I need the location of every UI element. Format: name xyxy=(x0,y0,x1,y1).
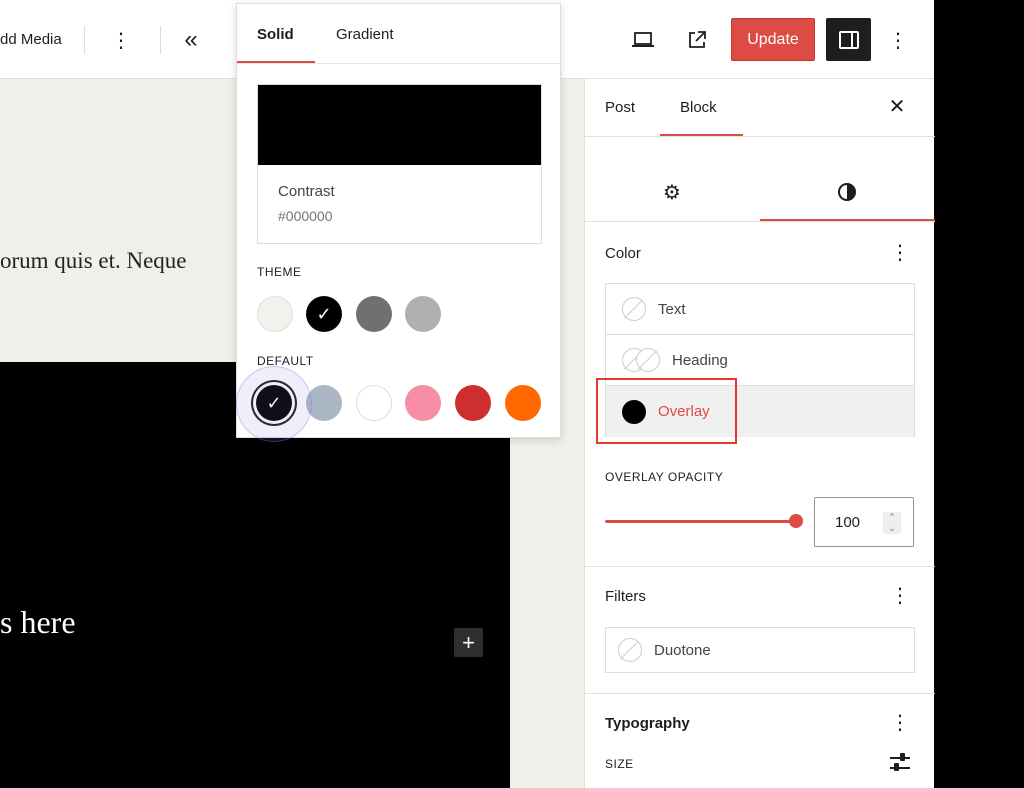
color-panel-options-icon[interactable]: ⋮ xyxy=(890,243,910,263)
overlay-opacity-input[interactable]: 100 ⌃ ⌄ xyxy=(814,497,914,547)
overlay-opacity-slider[interactable] xyxy=(605,520,795,523)
theme-swatch-light-gray[interactable] xyxy=(405,296,441,332)
duotone-control[interactable]: Duotone xyxy=(605,627,915,673)
custom-size-toggle-icon[interactable] xyxy=(887,751,913,775)
paragraph-block[interactable]: orum quis et. Neque xyxy=(0,248,187,274)
theme-swatch-gray[interactable] xyxy=(356,296,392,332)
color-type-tabs: Solid Gradient xyxy=(237,4,560,64)
cursor-highlight xyxy=(236,366,312,442)
size-label: SIZE xyxy=(605,757,634,771)
external-link-icon[interactable] xyxy=(684,27,710,53)
divider xyxy=(585,136,935,137)
tabs-divider xyxy=(237,63,560,64)
color-item-label: Heading xyxy=(672,351,728,369)
empty-color-pair-icon xyxy=(622,348,660,372)
empty-color-icon xyxy=(618,638,642,662)
divider xyxy=(585,693,935,694)
divider xyxy=(585,566,935,567)
overlay-highlight-annotation xyxy=(596,378,737,444)
default-swatch-pale-pink[interactable] xyxy=(405,385,441,421)
divider xyxy=(585,221,935,222)
default-swatch-vivid-orange[interactable] xyxy=(505,385,541,421)
filters-panel-title: Filters xyxy=(605,588,646,605)
tab-gradient[interactable]: Gradient xyxy=(336,26,394,43)
tab-solid[interactable]: Solid xyxy=(257,26,294,43)
default-swatch-vivid-red[interactable] xyxy=(455,385,491,421)
collapse-icon[interactable]: « xyxy=(178,26,204,53)
selected-color-preview[interactable]: Contrast #000000 xyxy=(257,84,542,244)
update-button[interactable]: Update xyxy=(731,18,815,61)
close-icon[interactable]: ✕ xyxy=(885,95,909,119)
color-panel-title: Color xyxy=(605,245,641,262)
color-preview-swatch xyxy=(258,85,541,165)
tab-block[interactable]: Block xyxy=(680,99,717,116)
overlay-opacity-label: OVERLAY OPACITY xyxy=(605,470,724,484)
settings-sidebar-toggle[interactable] xyxy=(826,18,871,61)
slider-thumb[interactable] xyxy=(789,514,803,528)
filters-panel-options-icon[interactable]: ⋮ xyxy=(890,586,910,606)
default-swatch-white[interactable] xyxy=(356,385,392,421)
add-block-button[interactable]: + xyxy=(454,628,483,657)
typography-panel-title: Typography xyxy=(605,715,690,732)
cover-heading[interactable]: s here xyxy=(0,604,76,641)
styles-contrast-icon[interactable] xyxy=(832,177,862,207)
settings-gear-icon[interactable]: ⚙ xyxy=(657,177,687,207)
selected-color-hex: #000000 xyxy=(278,208,333,224)
color-item-label: Text xyxy=(658,300,686,318)
more-options-icon[interactable]: ⋮ xyxy=(885,27,911,53)
theme-label: THEME xyxy=(257,265,302,279)
toolbar-separator xyxy=(84,26,85,54)
more-options-icon[interactable]: ⋮ xyxy=(108,27,134,53)
theme-swatch-base[interactable] xyxy=(257,296,293,332)
empty-color-icon xyxy=(622,297,646,321)
theme-swatch-contrast[interactable] xyxy=(306,296,342,332)
tab-post[interactable]: Post xyxy=(605,99,635,116)
desktop-preview-icon[interactable] xyxy=(630,27,656,53)
sidebar-icon xyxy=(838,30,859,49)
color-item-text[interactable]: Text xyxy=(606,284,914,335)
duotone-label: Duotone xyxy=(654,641,711,659)
add-media-button[interactable]: dd Media xyxy=(0,31,62,48)
selected-color-name: Contrast xyxy=(278,183,335,200)
spinner-icon[interactable]: ⌃ ⌄ xyxy=(883,512,901,534)
toolbar-separator xyxy=(160,26,161,54)
opacity-value: 100 xyxy=(835,513,861,531)
typography-panel-options-icon[interactable]: ⋮ xyxy=(890,713,910,733)
